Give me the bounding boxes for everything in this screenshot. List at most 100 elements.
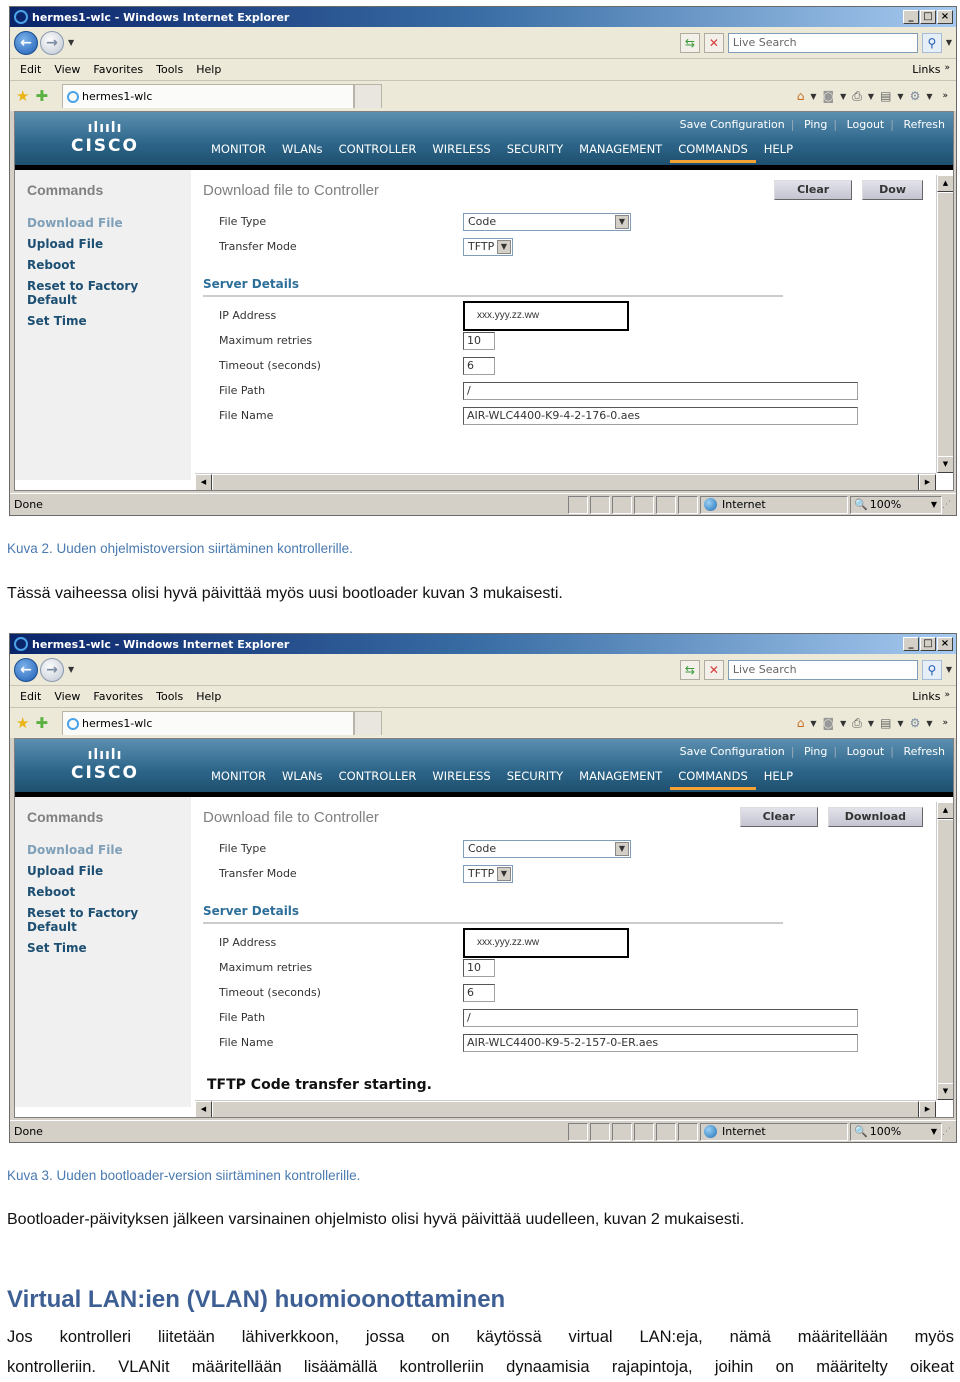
nav-security[interactable]: SECURITY: [499, 142, 571, 163]
vertical-scrollbar[interactable]: ▲ ▼: [936, 175, 953, 473]
save-configuration-link[interactable]: Save Configuration: [680, 118, 785, 131]
nav-wireless[interactable]: WIRELESS: [424, 769, 498, 790]
nav-help[interactable]: HELP: [756, 142, 801, 163]
home-dropdown[interactable]: ▼: [810, 719, 816, 728]
logout-link[interactable]: Logout: [847, 118, 885, 131]
file-name-input[interactable]: AIR-WLC4400-K9-4-2-176-0.aes: [463, 406, 858, 425]
scroll-left-icon[interactable]: ◀: [195, 474, 212, 490]
favorites-star-icon[interactable]: ★: [16, 714, 29, 732]
horizontal-scrollbar[interactable]: ◀ ▶: [195, 1100, 936, 1117]
page-dropdown[interactable]: ▼: [897, 719, 903, 728]
scroll-up-icon[interactable]: ▲: [937, 802, 953, 819]
page-dropdown[interactable]: ▼: [897, 92, 903, 101]
forward-button[interactable]: →: [40, 30, 64, 55]
max-retries-input[interactable]: 10: [463, 958, 495, 977]
ping-link[interactable]: Ping: [804, 118, 827, 131]
vertical-scroll-thumb[interactable]: [937, 192, 953, 460]
chevron-down-icon[interactable]: ▼: [497, 239, 511, 254]
file-path-input[interactable]: /: [463, 381, 858, 400]
nav-commands[interactable]: COMMANDS: [670, 769, 756, 790]
favorites-star-icon[interactable]: ★: [16, 87, 29, 105]
nav-controller[interactable]: CONTROLLER: [331, 769, 425, 790]
nav-controller[interactable]: CONTROLLER: [331, 142, 425, 163]
search-icon[interactable]: ⚲: [921, 32, 942, 53]
chevron-right-icon[interactable]: »: [942, 718, 948, 728]
file-name-input[interactable]: AIR-WLC4400-K9-5-2-157-0-ER.aes: [463, 1033, 858, 1052]
sidebar-item-set-time[interactable]: Set Time: [27, 314, 191, 328]
scroll-down-icon[interactable]: ▼: [937, 456, 953, 473]
search-options-dropdown[interactable]: ▼: [946, 38, 952, 47]
recent-pages-dropdown[interactable]: ▼: [68, 665, 74, 674]
tools-dropdown[interactable]: ▼: [926, 719, 932, 728]
download-button[interactable]: Download: [827, 807, 923, 827]
logout-link[interactable]: Logout: [847, 745, 885, 758]
transfer-mode-select[interactable]: TFTP ▼: [463, 864, 513, 883]
scroll-up-icon[interactable]: ▲: [937, 175, 953, 192]
menu-favorites[interactable]: Favorites: [93, 690, 143, 703]
feeds-dropdown[interactable]: ▼: [840, 719, 846, 728]
horizontal-scroll-thumb[interactable]: [212, 1101, 919, 1117]
maximize-button[interactable]: □: [920, 637, 936, 651]
browser-tab[interactable]: hermes1-wlc: [62, 711, 355, 735]
forward-button[interactable]: →: [40, 657, 64, 682]
scroll-right-icon[interactable]: ▶: [919, 474, 936, 490]
vertical-scroll-thumb[interactable]: [937, 819, 953, 1087]
page-icon[interactable]: ▤: [880, 89, 891, 103]
close-button[interactable]: ×: [937, 637, 953, 651]
ip-address-input[interactable]: xxx.yyy.zz.ww: [463, 300, 629, 331]
tools-dropdown[interactable]: ▼: [926, 92, 932, 101]
horizontal-scroll-thumb[interactable]: [212, 474, 919, 490]
nav-wlans[interactable]: WLANs: [274, 142, 331, 163]
close-button[interactable]: ×: [937, 10, 953, 24]
save-configuration-link[interactable]: Save Configuration: [680, 745, 785, 758]
sidebar-item-reboot[interactable]: Reboot: [27, 258, 191, 272]
feeds-dropdown[interactable]: ▼: [840, 92, 846, 101]
chevron-right-icon[interactable]: »: [942, 91, 948, 101]
timeout-input[interactable]: 6: [463, 983, 495, 1002]
back-button[interactable]: ←: [14, 30, 38, 55]
refresh-icon[interactable]: ⇆: [679, 659, 700, 680]
refresh-icon[interactable]: ⇆: [679, 32, 700, 53]
menu-edit[interactable]: Edit: [20, 63, 41, 76]
refresh-link[interactable]: Refresh: [903, 745, 945, 758]
menu-view[interactable]: View: [54, 690, 80, 703]
sidebar-item-reset-factory-default[interactable]: Reset to Factory Default: [27, 906, 191, 934]
security-zone[interactable]: Internet: [700, 495, 848, 514]
max-retries-input[interactable]: 10: [463, 331, 495, 350]
menu-favorites[interactable]: Favorites: [93, 63, 143, 76]
nav-wlans[interactable]: WLANs: [274, 769, 331, 790]
print-icon[interactable]: ⎙: [852, 716, 862, 731]
nav-management[interactable]: MANAGEMENT: [571, 142, 670, 163]
sidebar-item-reset-factory-default[interactable]: Reset to Factory Default: [27, 279, 191, 307]
home-icon[interactable]: ⌂: [797, 716, 805, 730]
download-button[interactable]: Dow: [862, 180, 923, 200]
recent-pages-dropdown[interactable]: ▼: [68, 38, 74, 47]
chevron-down-icon[interactable]: ▼: [615, 841, 629, 856]
home-icon[interactable]: ⌂: [797, 89, 805, 103]
links-toolbar[interactable]: Links: [912, 63, 940, 76]
zoom-dropdown[interactable]: ▼: [931, 1127, 937, 1136]
tools-gear-icon[interactable]: ⚙: [910, 716, 921, 730]
search-input[interactable]: Live Search: [727, 32, 918, 53]
sidebar-item-download-file[interactable]: Download File: [27, 216, 191, 230]
minimize-button[interactable]: _: [903, 10, 919, 24]
print-dropdown[interactable]: ▼: [868, 719, 874, 728]
clear-button[interactable]: Clear: [774, 180, 853, 200]
scroll-left-icon[interactable]: ◀: [195, 1101, 212, 1117]
sidebar-item-upload-file[interactable]: Upload File: [27, 237, 191, 251]
chevron-right-icon[interactable]: »: [944, 690, 950, 700]
nav-commands[interactable]: COMMANDS: [670, 142, 756, 163]
chevron-down-icon[interactable]: ▼: [497, 866, 511, 881]
new-tab-button[interactable]: [354, 84, 383, 108]
resize-grip-icon[interactable]: ⋰: [942, 1127, 956, 1137]
ping-link[interactable]: Ping: [804, 745, 827, 758]
page-icon[interactable]: ▤: [880, 716, 891, 730]
resize-grip-icon[interactable]: ⋰: [942, 500, 956, 510]
ip-address-input[interactable]: xxx.yyy.zz.ww: [463, 927, 629, 958]
clear-button[interactable]: Clear: [739, 807, 818, 827]
scroll-right-icon[interactable]: ▶: [919, 1101, 936, 1117]
print-dropdown[interactable]: ▼: [868, 92, 874, 101]
nav-security[interactable]: SECURITY: [499, 769, 571, 790]
sidebar-item-reboot[interactable]: Reboot: [27, 885, 191, 899]
home-dropdown[interactable]: ▼: [810, 92, 816, 101]
